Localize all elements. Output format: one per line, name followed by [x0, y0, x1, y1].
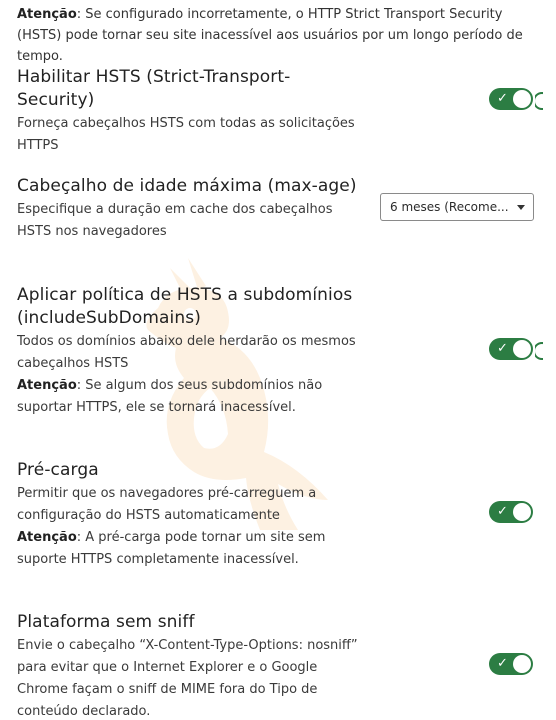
- hsts-warning-notice: Atenção: Se configurado incorretamente, …: [17, 4, 537, 67]
- setting-no-sniff: Plataforma sem sniff Envie o cabeçalho “…: [17, 611, 367, 720]
- enable-hsts-toggle[interactable]: ✓: [489, 88, 533, 110]
- preload-toggle[interactable]: ✓: [489, 501, 533, 523]
- setting-description: Forneça cabeçalhos HSTS com todas as sol…: [17, 116, 355, 153]
- setting-include-subdomains: Aplicar política de HSTS a subdomínios (…: [17, 284, 367, 419]
- check-icon: ✓: [497, 91, 508, 106]
- check-icon: ✓: [497, 504, 508, 519]
- include-subdomains-toggle[interactable]: ✓: [489, 338, 533, 360]
- setting-max-age: Cabeçalho de idade máxima (max-age) Espe…: [17, 175, 367, 243]
- check-icon: ✓: [497, 341, 508, 356]
- toggle-focus-ring: [535, 90, 543, 112]
- setting-preload: Pré-carga Permitir que os navegadores pr…: [17, 459, 367, 571]
- toggle-knob: [513, 503, 531, 521]
- setting-title: Cabeçalho de idade máxima (max-age): [17, 176, 357, 196]
- warning-text: : Se configurado incorretamente, o HTTP …: [17, 7, 523, 64]
- check-icon: ✓: [497, 656, 508, 671]
- setting-description: Todos os domínios abaixo dele herdarão o…: [17, 334, 356, 371]
- setting-title: Pré-carga: [17, 460, 99, 480]
- setting-title: Habilitar HSTS (Strict-Transport-Securit…: [17, 67, 291, 110]
- setting-description: Permitir que os navegadores pré-carregue…: [17, 486, 317, 523]
- setting-description: Especifique a duração em cache dos cabeç…: [17, 202, 333, 239]
- hsts-settings-page: Atenção: Se configurado incorretamente, …: [0, 0, 556, 720]
- toggle-focus-ring: [535, 340, 543, 362]
- setting-title: Plataforma sem sniff: [17, 612, 195, 632]
- toggle-knob: [513, 655, 531, 673]
- setting-warning: Atenção: Se algum dos seus subdomínios n…: [17, 375, 367, 419]
- setting-description: Envie o cabeçalho “X-Content-Type-Option…: [17, 638, 358, 719]
- warning-label: Atenção: [17, 378, 77, 393]
- max-age-select[interactable]: 6 meses (Recome...: [380, 193, 534, 221]
- no-sniff-toggle[interactable]: ✓: [489, 653, 533, 675]
- setting-warning: Atenção: A pré-carga pode tornar um site…: [17, 527, 367, 571]
- toggle-knob: [513, 90, 531, 108]
- max-age-selected-value: 6 meses (Recome...: [390, 200, 509, 214]
- chevron-down-icon: [517, 205, 525, 210]
- toggle-knob: [513, 340, 531, 358]
- warning-label: Atenção: [17, 530, 77, 545]
- setting-enable-hsts: Habilitar HSTS (Strict-Transport-Securit…: [17, 66, 367, 157]
- warning-label: Atenção: [17, 7, 77, 22]
- setting-title: Aplicar política de HSTS a subdomínios (…: [17, 285, 353, 328]
